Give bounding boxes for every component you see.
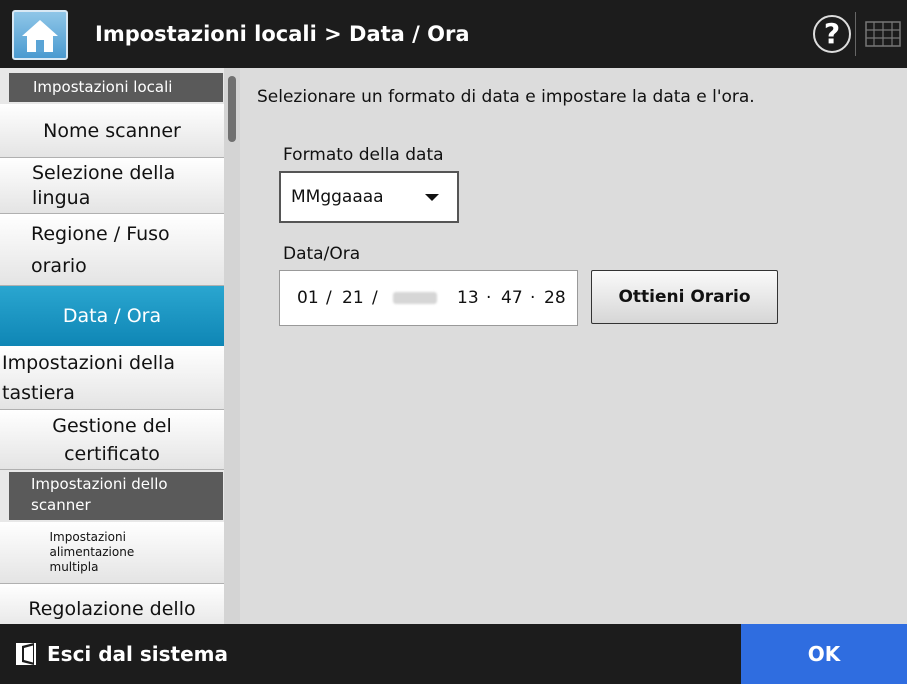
logout-icon xyxy=(16,643,36,665)
keyboard-icon xyxy=(865,21,901,47)
sidebar-item-certificate-management[interactable]: Gestione del certificato xyxy=(0,410,224,470)
sidebar-item-label: Selezione della lingua xyxy=(32,161,176,209)
date-format-select[interactable]: MMggaaaa xyxy=(279,171,459,223)
sidebar-section-local-settings: Impostazioni locali xyxy=(9,73,223,102)
sidebar-item-date-time[interactable]: Data / Ora xyxy=(0,286,224,346)
sidebar-section-scanner-settings: Impostazioni dello scanner xyxy=(9,472,223,520)
page-title: Impostazioni locali > Data / Ora xyxy=(95,22,470,46)
sidebar-item-label: Regione / Fuso orario xyxy=(31,222,170,277)
date-format-label: Formato della data xyxy=(283,145,444,165)
get-time-button[interactable]: Ottieni Orario xyxy=(591,270,778,324)
sidebar-item-label: Nome scanner xyxy=(43,119,181,142)
sidebar-item-scanner-name[interactable]: Nome scanner xyxy=(0,104,224,158)
year-field-redacted[interactable] xyxy=(393,292,437,304)
sidebar-item-label: Impostazioni della tastiera xyxy=(2,351,175,404)
sidebar-item-keyboard-settings[interactable]: Impostazioni della tastiera xyxy=(0,346,224,410)
sidebar-item-region-timezone[interactable]: Regione / Fuso orario xyxy=(0,214,224,286)
help-button[interactable]: ? xyxy=(813,15,851,53)
sidebar-item-label: Gestione del certificato xyxy=(52,414,172,465)
help-icon: ? xyxy=(823,17,841,50)
datetime-field: 01 / 21 / 13 · 47 · 28 xyxy=(279,270,578,326)
sidebar-item-label: Regolazione dello xyxy=(28,597,196,620)
home-icon xyxy=(22,20,58,52)
sidebar-scrollbar-thumb[interactable] xyxy=(228,76,236,142)
chevron-down-icon xyxy=(425,194,439,201)
footer-bar: Esci dal sistema OK xyxy=(0,624,907,684)
sidebar-item-language[interactable]: Selezione della lingua xyxy=(0,158,224,214)
date-separator: / xyxy=(326,288,332,308)
header-bar: Impostazioni locali > Data / Ora ? xyxy=(0,0,907,68)
sidebar-item-label: Data / Ora xyxy=(62,305,162,327)
home-button[interactable] xyxy=(12,10,68,60)
datetime-label: Data/Ora xyxy=(283,244,361,264)
minute-field[interactable]: 47 xyxy=(501,288,523,308)
second-field[interactable]: 28 xyxy=(544,288,566,308)
date-format-value: MMggaaaa xyxy=(291,187,384,207)
instruction-text: Selezionare un formato di data e imposta… xyxy=(257,87,755,107)
sidebar: Impostazioni locali Nome scanner Selezio… xyxy=(0,68,240,624)
sidebar-scrollbar[interactable] xyxy=(224,68,240,624)
month-field[interactable]: 01 xyxy=(297,288,319,308)
time-separator: · xyxy=(530,288,536,308)
time-separator: · xyxy=(486,288,492,308)
day-field[interactable]: 21 xyxy=(342,288,364,308)
sidebar-item-multifeed-settings[interactable]: Impostazioni alimentazione multipla xyxy=(0,522,224,584)
logout-button[interactable]: Esci dal sistema xyxy=(14,624,228,684)
ok-button[interactable]: OK xyxy=(741,624,907,684)
sidebar-item-label: Impostazioni alimentazione multipla xyxy=(49,530,135,574)
header-divider xyxy=(855,12,856,56)
sidebar-item-scanner-adjustment[interactable]: Regolazione dello xyxy=(0,584,224,624)
logout-label: Esci dal sistema xyxy=(47,642,228,666)
date-separator: / xyxy=(372,288,378,308)
keyboard-button[interactable] xyxy=(860,18,904,50)
hour-field[interactable]: 13 xyxy=(457,288,479,308)
